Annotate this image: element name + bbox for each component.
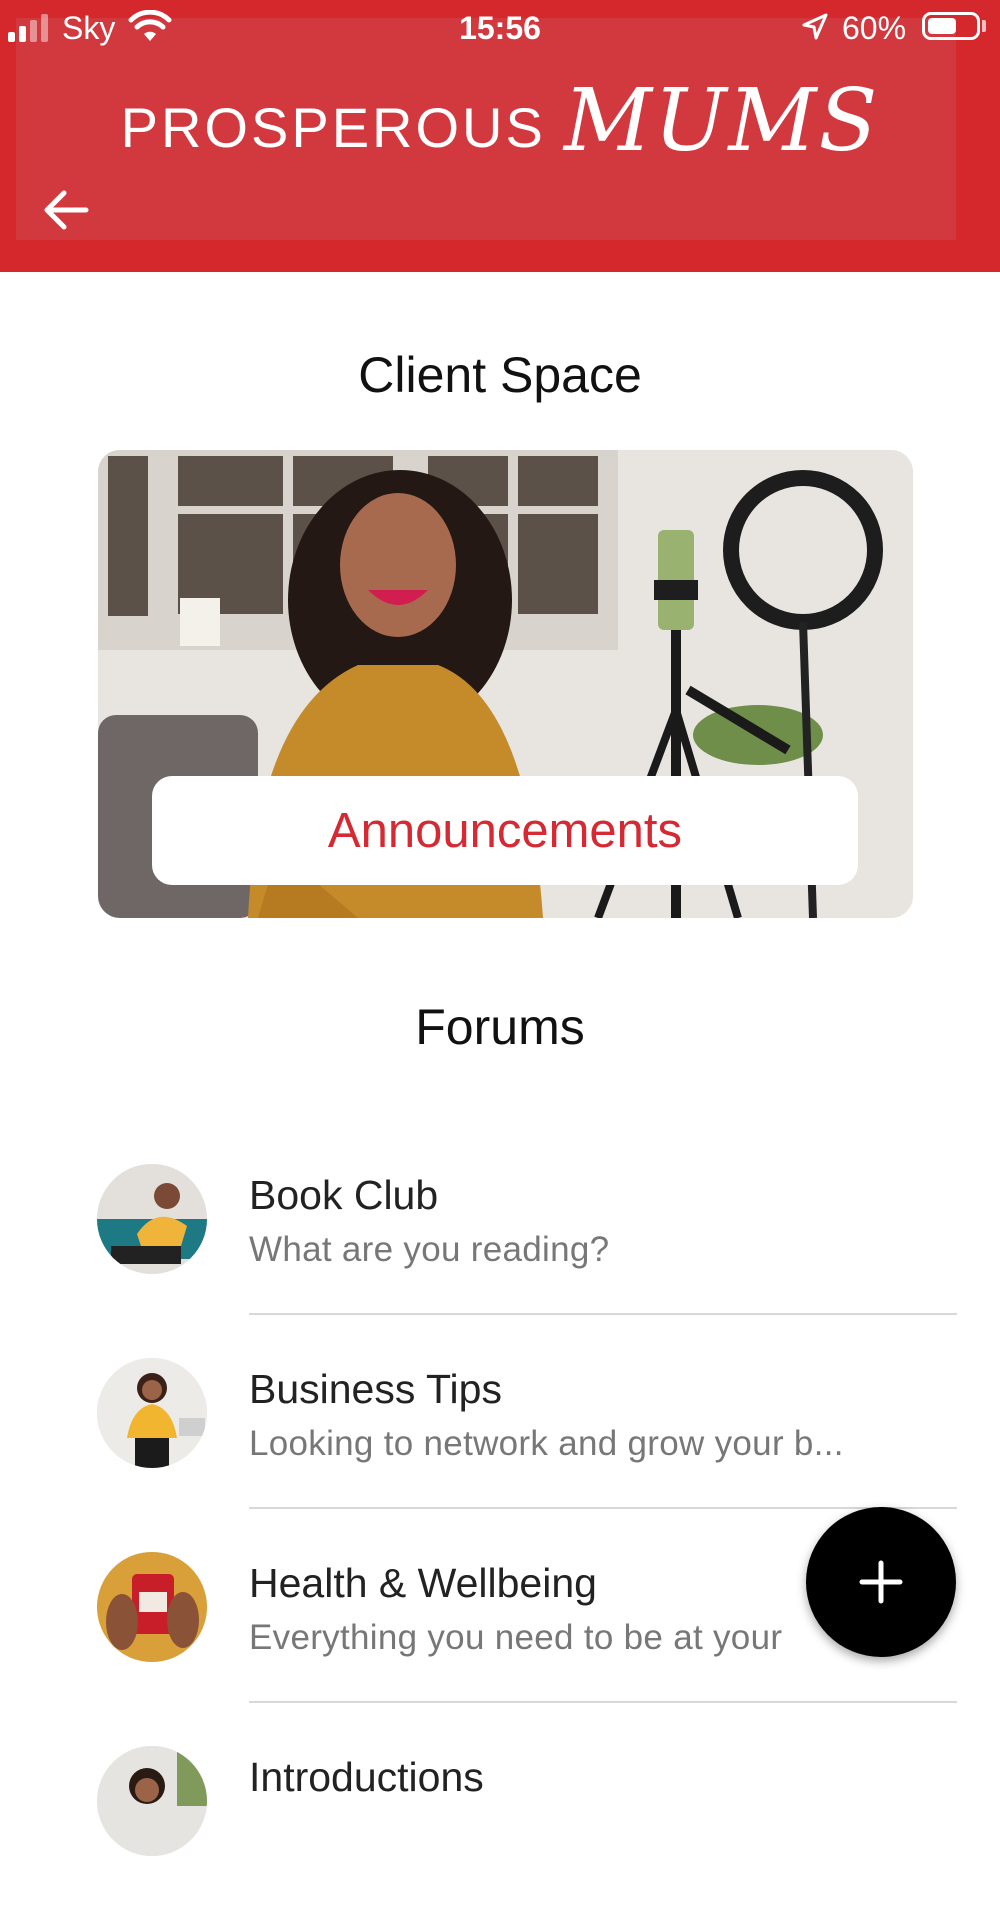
back-button[interactable] [38,182,94,238]
status-bar: Sky 15:56 60% [0,0,1000,56]
add-forum-button[interactable] [806,1507,956,1657]
announcements-button[interactable]: Announcements [152,776,858,885]
app-header: Sky 15:56 60% PROSPEROUS MUMS [0,0,1000,272]
location-arrow-icon [800,12,830,50]
forum-description: What are you reading? [249,1230,610,1269]
avatar [97,1164,207,1274]
client-space-title: Client Space [358,347,642,403]
forum-description: Everything you need to be at your [249,1618,783,1657]
forum-description: Looking to network and grow your b... [249,1424,844,1463]
battery-icon [922,12,980,40]
avatar [97,1552,207,1662]
forum-name: Book Club [249,1172,439,1218]
forums-title: Forums [415,999,585,1055]
avatar [97,1746,207,1856]
avatar [97,1358,207,1468]
divider [249,1701,957,1703]
forum-name: Business Tips [249,1366,502,1412]
divider [249,1313,957,1315]
forum-item-book-club[interactable]: Book Club What are you reading? [0,1130,1000,1324]
forum-item-business-tips[interactable]: Business Tips Looking to network and gro… [0,1324,1000,1518]
battery-percent: 60% [842,10,907,46]
brand-script-text: MUMS [563,71,880,171]
arrow-left-icon [44,190,89,230]
forum-item-introductions[interactable]: Introductions [0,1712,1000,1906]
forum-name: Health & Wellbeing [249,1560,597,1606]
plus-icon [859,1560,903,1604]
brand-main-text: PROSPEROUS [120,95,546,159]
brand-logo: PROSPEROUS MUMS [0,66,1000,176]
divider [249,1507,957,1509]
